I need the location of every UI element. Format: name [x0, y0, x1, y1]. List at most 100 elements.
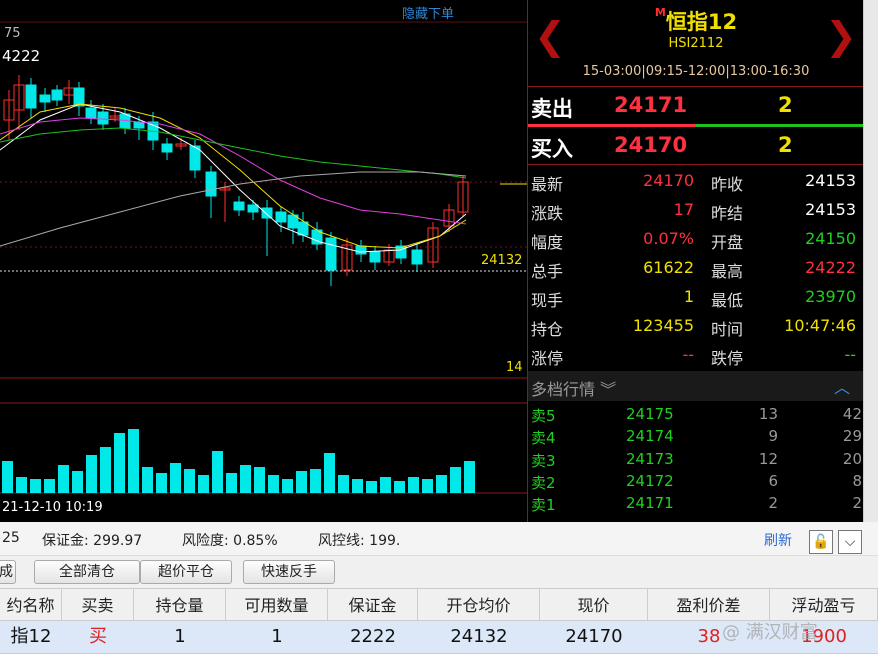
volume-bar — [30, 479, 41, 493]
depth-title: 多档行情 — [531, 380, 596, 399]
risk-ratio: 风险度: 0.85% — [182, 533, 278, 549]
ma20-line — [0, 117, 467, 225]
volume-bar — [296, 471, 307, 493]
volume-bar — [170, 463, 181, 493]
volume-bar — [240, 465, 251, 493]
depth-row-ask3[interactable]: 卖3 24173 12 20 — [528, 448, 864, 470]
collapse-up-icon[interactable]: ︿ — [834, 374, 850, 398]
candle-body — [369, 251, 381, 263]
candle-body — [25, 84, 37, 109]
action-button-bar: 成 全部清仓 超价平仓 快速反手 — [0, 556, 878, 588]
positions-table-header: 约名称 买卖 持仓量 可用数量 保证金 开仓均价 现价 盈利价差 浮动盈亏 — [0, 588, 878, 622]
close-all-button[interactable]: 全部清仓 — [34, 560, 140, 584]
col-position[interactable]: 持仓量 — [134, 589, 226, 622]
volume-bar — [100, 447, 111, 493]
account-left-value: 25 — [2, 530, 20, 546]
col-direction[interactable]: 买卖 — [62, 589, 134, 622]
volume-bar — [198, 475, 209, 493]
volume-bar — [422, 479, 433, 493]
quote-panel: ❮ ❯ M恒指12 HSI2112 15-03:00|09:15-12:00|1… — [527, 0, 864, 522]
ma10-line — [0, 103, 467, 249]
volume-bar — [44, 479, 55, 493]
quote-row-percent: 幅度 0.07% 开盘 24150 — [531, 229, 856, 252]
volume-bar — [450, 467, 461, 493]
depth-row-ask2[interactable]: 卖2 24172 68 — [528, 470, 864, 492]
volume-bar — [338, 475, 349, 493]
sell-price[interactable]: 24171 — [614, 93, 687, 117]
volume-bar — [282, 479, 293, 493]
product-code: HSI2112 — [668, 36, 724, 51]
volume-bar — [212, 451, 223, 493]
candle-body — [73, 87, 85, 107]
candle-body — [325, 237, 337, 271]
depth-row-ask1[interactable]: 卖1 24171 22 — [528, 492, 864, 514]
ma60-line — [0, 127, 467, 179]
quote-scrollbar[interactable] — [863, 0, 878, 522]
refresh-link[interactable]: 刷新 — [764, 530, 792, 550]
buy-volume: 2 — [778, 133, 793, 157]
risk-control-line: 风控线: 199. — [318, 533, 401, 549]
candle-body — [233, 201, 245, 211]
ma5-line — [0, 103, 467, 253]
volume-bar — [226, 473, 237, 493]
candle-body — [161, 143, 173, 153]
col-available[interactable]: 可用数量 — [226, 589, 328, 622]
quote-row-current-volume: 现手 1 最低 23970 — [531, 287, 856, 310]
volume-bar — [128, 429, 139, 493]
depth-row-ask5[interactable]: 卖5 24175 13 42 — [528, 403, 864, 425]
volume-bar — [310, 469, 321, 493]
candle-body — [297, 221, 309, 236]
candle-body — [39, 94, 51, 103]
volume-bar — [464, 461, 475, 493]
depth-row-ask4[interactable]: 卖4 24174 9 29 — [528, 425, 864, 447]
high-price-label: 4222 — [2, 47, 41, 65]
volume-bar — [142, 467, 153, 493]
candle-body — [133, 121, 145, 129]
volume-bar — [254, 467, 265, 493]
volume-bar — [394, 481, 405, 493]
depth-header[interactable]: 多档行情 ︾ ︿ — [528, 371, 864, 401]
candle-body — [205, 171, 217, 197]
lock-icon[interactable]: 🔓 — [809, 530, 833, 554]
candle-body — [247, 204, 259, 213]
candle-body — [275, 211, 287, 223]
expand-down-icon[interactable]: ︾ — [600, 380, 616, 399]
chart-top-value: 75 — [4, 26, 21, 41]
col-avg-open-price[interactable]: 开仓均价 — [418, 589, 540, 622]
col-margin[interactable]: 保证金 — [328, 589, 418, 622]
volume-bar — [380, 477, 391, 493]
volume-bar — [184, 469, 195, 493]
candle-body — [85, 107, 97, 119]
volume-bar — [114, 433, 125, 493]
position-panel: 25 保证金: 299.97 风险度: 0.85% 风控线: 199. 刷新 🔓… — [0, 522, 878, 668]
hide-orders-link[interactable]: 隐藏下单 — [402, 3, 454, 22]
candlestick-chart-svg — [0, 21, 527, 494]
quote-row-open-interest: 持仓 123455 时间 10:47:46 — [531, 316, 856, 339]
candle-body — [355, 245, 367, 255]
col-current-price[interactable]: 现价 — [540, 589, 648, 622]
kline-chart[interactable]: 隐藏下单 75 4222 24132 14 21-12-10 10:19 — [0, 0, 527, 522]
candle-body — [411, 249, 423, 265]
quote-row-volume: 总手 61622 最高 24222 — [531, 258, 856, 281]
col-contract-name[interactable]: 约名称 — [0, 589, 62, 622]
partial-button[interactable]: 成 — [0, 560, 16, 584]
quick-reverse-button[interactable]: 快速反手 — [243, 560, 335, 584]
quote-row-limits: 涨停 -- 跌停 -- — [531, 345, 856, 368]
margin-value: 保证金: 299.97 — [42, 533, 143, 549]
dropdown-icon[interactable]: ⌵ — [838, 530, 862, 554]
close-over-price-button[interactable]: 超价平仓 — [140, 560, 232, 584]
macd-value-label: 14 — [506, 360, 523, 375]
sell-label: 卖出 — [531, 97, 573, 121]
trading-hours: 15-03:00|09:15-12:00|13:00-16:30 — [582, 64, 810, 79]
volume-bar — [324, 453, 335, 493]
chart-date-label: 21-12-10 10:19 — [2, 500, 103, 515]
quote-row-latest: 最新 24170 昨收 24153 — [531, 171, 856, 194]
buy-price[interactable]: 24170 — [614, 133, 687, 157]
volume-bar — [156, 473, 167, 493]
volume-bar — [366, 481, 377, 493]
candle-body — [97, 111, 109, 125]
account-summary-bar: 25 保证金: 299.97 风险度: 0.85% 风控线: 199. 刷新 🔓… — [0, 522, 878, 556]
product-name: M恒指12 — [654, 6, 738, 34]
volume-bar — [352, 479, 363, 493]
volume-bar — [268, 475, 279, 493]
